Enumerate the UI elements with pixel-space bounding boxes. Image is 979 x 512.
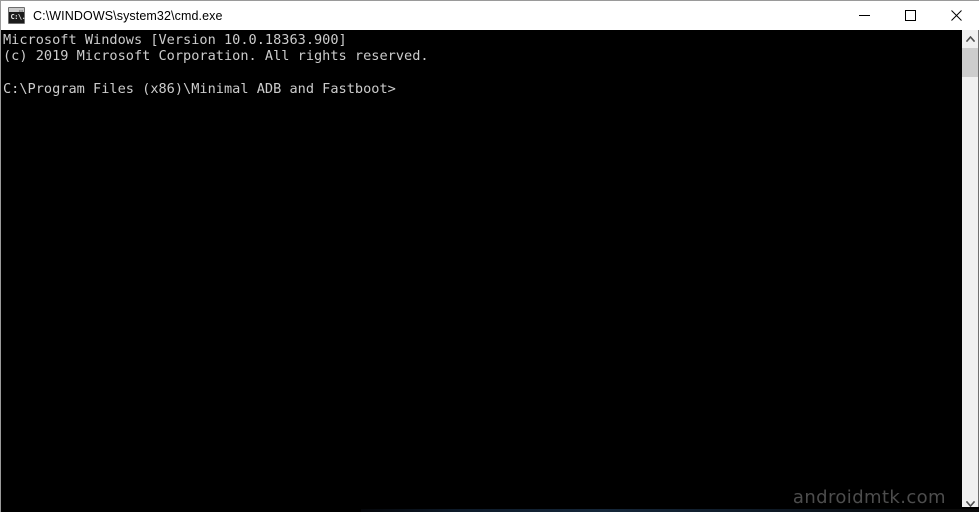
cmd-window: ••• C:\. C:\WINDOWS\system32\cmd.exe Mic… xyxy=(0,0,979,512)
window-controls xyxy=(841,1,979,30)
watermark-text: androidmtk.com xyxy=(792,487,946,508)
title-bar[interactable]: ••• C:\. C:\WINDOWS\system32\cmd.exe xyxy=(1,1,979,30)
terminal-output-text: Microsoft Windows [Version 10.0.18363.90… xyxy=(3,32,429,97)
taskbar-sliver xyxy=(1,507,979,512)
cmd-prompt-icon[interactable]: ••• C:\. xyxy=(8,7,26,24)
minimize-button[interactable] xyxy=(841,1,887,30)
maximize-icon xyxy=(904,10,916,21)
vertical-scrollbar[interactable] xyxy=(962,30,979,512)
scrollbar-up-button[interactable] xyxy=(962,30,978,48)
window-title: C:\WINDOWS\system32\cmd.exe xyxy=(33,8,223,23)
chevron-up-icon xyxy=(965,36,975,42)
maximize-button[interactable] xyxy=(887,1,933,30)
cmd-icon-glyph: C:\. xyxy=(10,13,26,21)
close-icon xyxy=(950,10,962,21)
scrollbar-thumb[interactable] xyxy=(962,48,978,77)
minimize-icon xyxy=(858,10,870,21)
close-button[interactable] xyxy=(933,1,979,30)
terminal-console[interactable]: Microsoft Windows [Version 10.0.18363.90… xyxy=(1,30,962,512)
